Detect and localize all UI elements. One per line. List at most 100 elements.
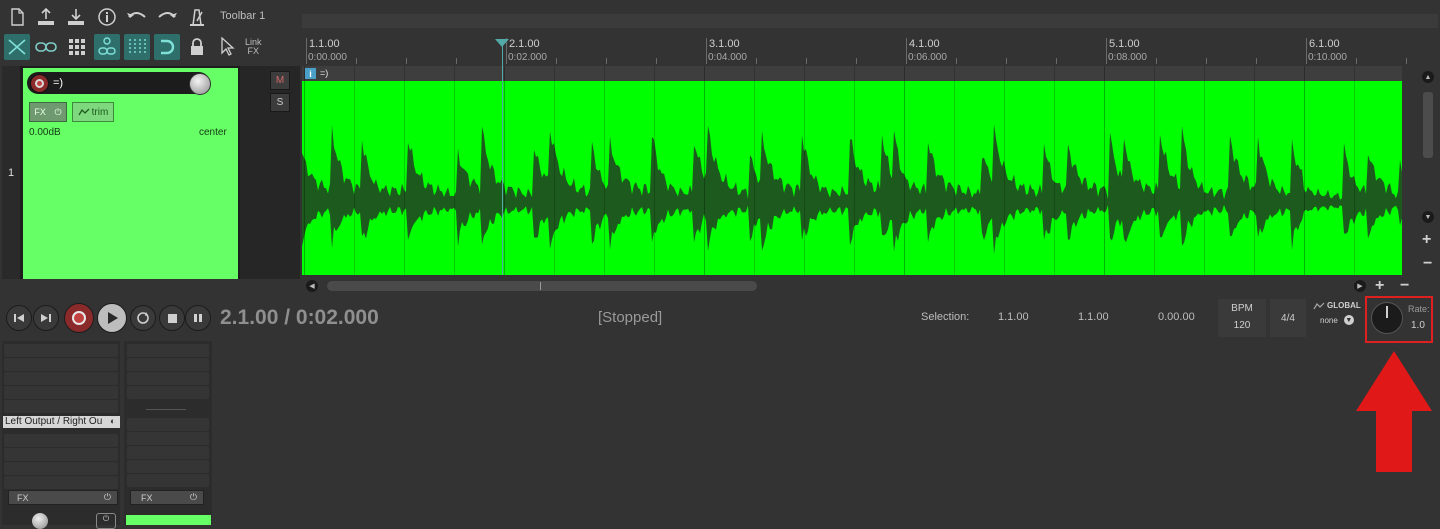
output-routing-label[interactable]: Left Output / Right Ou [3, 416, 120, 428]
grid-icon[interactable] [64, 34, 90, 60]
pause-button[interactable] [185, 305, 211, 331]
download-icon[interactable] [63, 4, 89, 30]
phase-icon[interactable]: ⏻ [96, 513, 116, 529]
mixer-slot[interactable] [127, 344, 209, 357]
dropdown-icon[interactable]: ▼ [1343, 315, 1354, 325]
mixer-slot[interactable] [4, 386, 118, 399]
cursor-icon[interactable] [214, 34, 240, 60]
mixer-slot[interactable] [4, 434, 118, 447]
track-mix-fx-button[interactable]: FX ⏻ [130, 490, 204, 505]
record-arm-button[interactable] [30, 74, 49, 93]
link-icon[interactable] [33, 34, 59, 60]
time-signature-value: 4/4 [1281, 312, 1295, 324]
record-icon [72, 311, 86, 325]
magnet-icon[interactable] [154, 34, 180, 60]
solo-button[interactable]: S [270, 93, 290, 112]
master-volume-knob[interactable] [32, 513, 48, 529]
selection-start[interactable]: 1.1.00 [998, 311, 1029, 323]
zoom-in-horizontal-icon[interactable]: + [1375, 278, 1384, 294]
track-number[interactable]: 1 [2, 66, 20, 279]
crossfade-icon[interactable] [4, 34, 30, 60]
metronome-icon[interactable] [184, 4, 210, 30]
volume-knob[interactable] [189, 73, 211, 95]
mixer-slot[interactable] [4, 358, 118, 371]
mixer-slot[interactable] [4, 344, 118, 357]
mixer-slot[interactable] [127, 386, 209, 399]
item-info-badge[interactable]: i [305, 68, 316, 79]
zoom-out-horizontal-icon[interactable]: − [1400, 278, 1409, 294]
play-button[interactable] [97, 303, 127, 333]
scroll-up-icon[interactable]: ▲ [1422, 71, 1434, 83]
ruler-bar-label: 1.1.00 [309, 38, 340, 50]
ruler-minor-tick [956, 58, 957, 64]
mixer-slot[interactable] [127, 460, 209, 473]
stop-button[interactable] [159, 305, 185, 331]
mute-button[interactable]: M [270, 71, 290, 90]
master-fx-button[interactable]: FX ⏻ [8, 490, 118, 505]
time-display[interactable]: 2.1.00 / 0:02.000 [220, 306, 379, 330]
zoom-in-vertical-icon[interactable]: + [1422, 232, 1431, 248]
mixer-slot[interactable] [4, 448, 118, 461]
media-item-title: =) [320, 68, 329, 78]
power-icon[interactable]: ⏻ [190, 492, 197, 503]
upload-icon[interactable] [33, 4, 59, 30]
beat-grid-line [504, 66, 505, 275]
record-button[interactable] [64, 303, 94, 333]
lock-icon[interactable] [184, 34, 210, 60]
mixer-slot[interactable] [4, 462, 118, 475]
annotation-arrow-icon [1356, 351, 1432, 472]
selection-end[interactable]: 1.1.00 [1078, 311, 1109, 323]
info-icon[interactable] [94, 4, 120, 30]
ruler-minor-tick [806, 58, 807, 64]
snap-grid-icon[interactable] [124, 34, 150, 60]
playhead-cursor[interactable] [502, 40, 503, 275]
beat-grid-line [454, 66, 455, 275]
undo-icon[interactable] [124, 4, 150, 30]
mixer-slot[interactable] [127, 432, 209, 445]
global-timebase[interactable]: GLOBAL none ▼ [1313, 301, 1361, 325]
trim-button[interactable]: trim [72, 102, 114, 122]
scroll-down-icon[interactable]: ▼ [1422, 211, 1434, 223]
bpm-field[interactable]: BPM 120 [1218, 299, 1266, 337]
redo-icon[interactable] [154, 4, 180, 30]
track-fx-button[interactable]: FX ⏻ [29, 102, 67, 122]
scroll-right-icon[interactable]: ▶ [1354, 280, 1366, 292]
top-overview-bar[interactable] [302, 14, 1438, 28]
master-fx-label: FX [17, 492, 29, 503]
mixer-slot[interactable] [4, 372, 118, 385]
track-mixer-color-strip [126, 515, 211, 525]
vertical-scroll-thumb[interactable] [1423, 92, 1433, 158]
horizontal-scroll-thumb[interactable] [327, 281, 757, 291]
link-fx-button[interactable]: Link FX [245, 38, 262, 56]
scroll-left-icon[interactable]: ◀ [306, 280, 318, 292]
mixer-slot[interactable] [4, 476, 118, 489]
media-item-waveform[interactable] [302, 81, 1402, 275]
new-file-icon[interactable] [4, 4, 30, 30]
playhead-marker-icon[interactable] [494, 38, 510, 48]
zoom-out-vertical-icon[interactable]: − [1423, 256, 1432, 272]
mixer-slot[interactable] [127, 358, 209, 371]
mixer-slot[interactable] [127, 372, 209, 385]
selection-length[interactable]: 0.00.00 [1158, 311, 1195, 323]
repeat-button[interactable] [130, 305, 156, 331]
power-icon[interactable]: ⏻ [55, 107, 62, 118]
track-panel-body[interactable] [23, 68, 238, 279]
power-icon[interactable]: ⏻ [104, 492, 111, 503]
mixer-slot[interactable] [4, 400, 118, 413]
ruler-time-label: 0:02.000 [508, 52, 547, 63]
timeline-ruler[interactable] [302, 36, 1420, 66]
mixer-slot[interactable] [127, 446, 209, 459]
beat-grid-line [1054, 66, 1055, 275]
time-signature-field[interactable]: 4/4 [1270, 299, 1306, 337]
group-link-icon[interactable] [94, 34, 120, 60]
routing-icon[interactable]: ◐ [110, 416, 115, 426]
go-to-end-button[interactable] [33, 305, 59, 331]
beat-grid-line [904, 66, 905, 275]
beat-grid-line [554, 66, 555, 275]
ruler-major-tick [1306, 38, 1307, 64]
go-to-start-button[interactable] [6, 305, 32, 331]
media-item-header[interactable] [302, 66, 1402, 81]
mixer-divider [146, 409, 186, 410]
mixer-slot[interactable] [127, 474, 209, 487]
mixer-slot[interactable] [127, 418, 209, 431]
